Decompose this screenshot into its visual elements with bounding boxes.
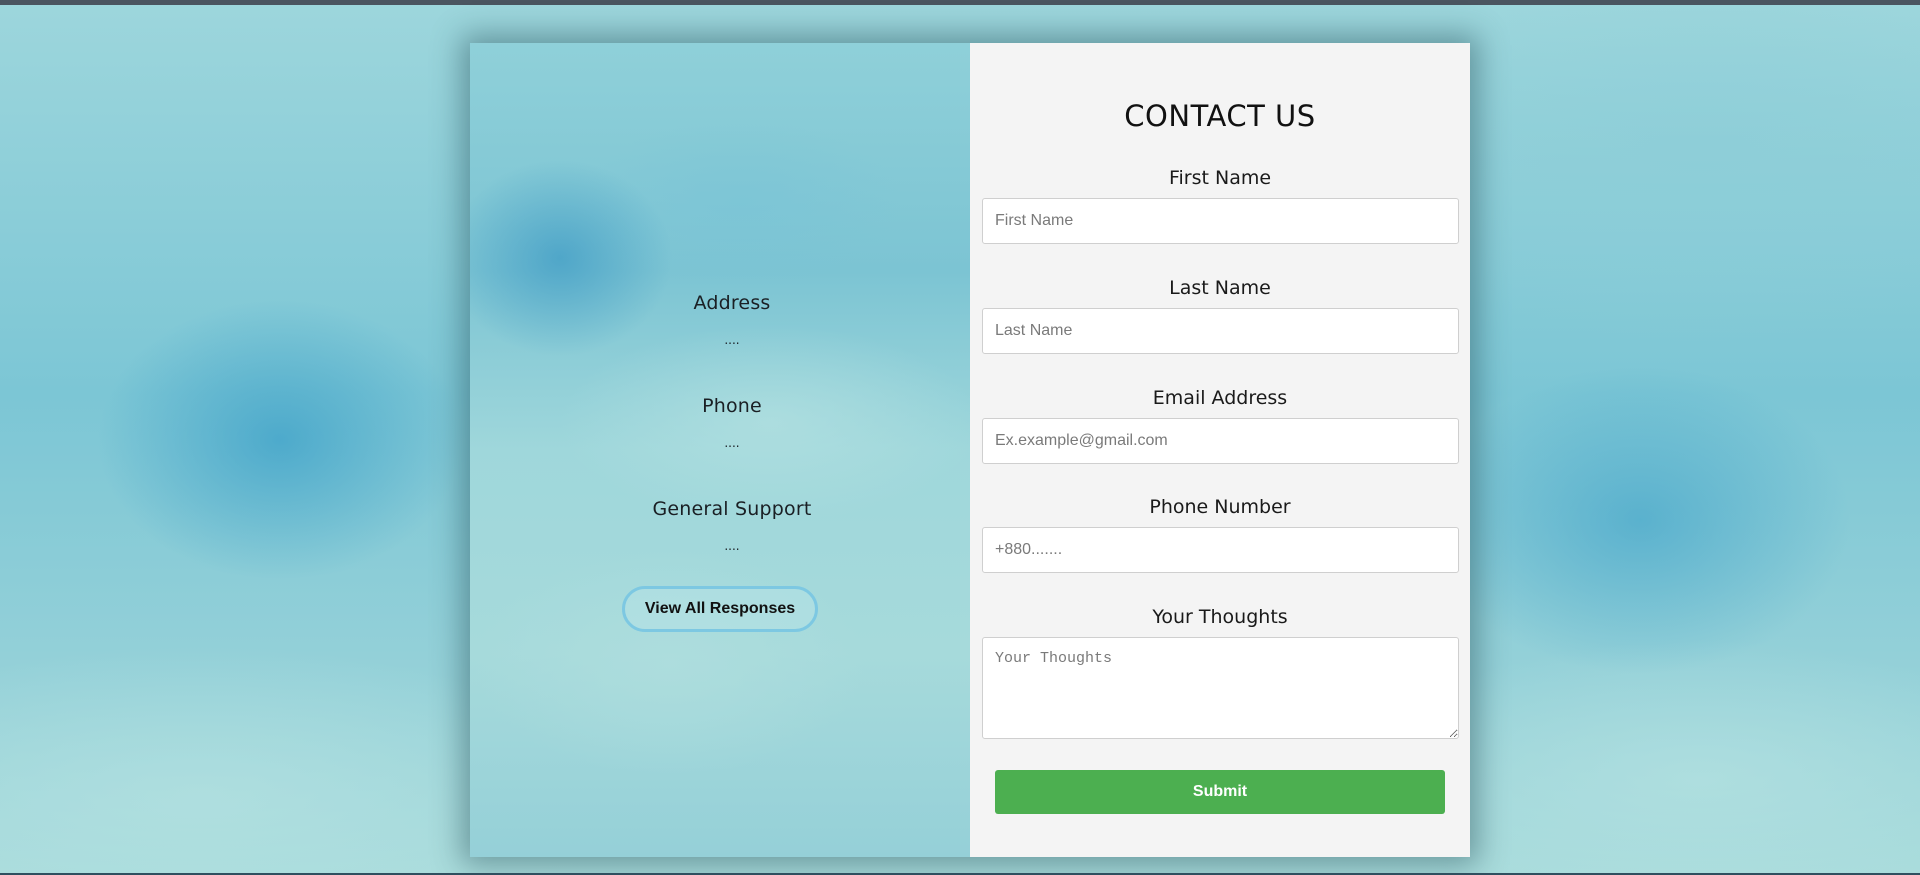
form-title: CONTACT US bbox=[1124, 99, 1316, 133]
phone-heading: Phone bbox=[702, 395, 762, 417]
first-name-label: First Name bbox=[1168, 167, 1272, 189]
last-name-label: Last Name bbox=[1169, 277, 1271, 299]
phone-number-label: Phone Number bbox=[1149, 496, 1291, 518]
contact-card: Address .... Phone .... General Support … bbox=[470, 43, 1470, 857]
email-input[interactable] bbox=[982, 418, 1459, 464]
view-all-responses-button[interactable]: View All Responses bbox=[622, 586, 818, 632]
general-support-value: .... bbox=[724, 539, 740, 553]
address-heading: Address bbox=[693, 292, 771, 314]
contact-info-list: Address .... Phone .... General Support … bbox=[470, 284, 970, 632]
thoughts-label: Your Thoughts bbox=[1152, 606, 1288, 628]
top-window-strip bbox=[0, 0, 1920, 5]
contact-info-panel: Address .... Phone .... General Support … bbox=[470, 43, 970, 857]
contact-form: CONTACT US First Name Last Name Email Ad… bbox=[970, 43, 1470, 857]
last-name-input[interactable] bbox=[982, 308, 1459, 354]
email-label: Email Address bbox=[1152, 387, 1288, 409]
thoughts-textarea[interactable] bbox=[982, 637, 1459, 739]
address-value: .... bbox=[724, 333, 740, 347]
phone-value: .... bbox=[724, 436, 740, 450]
first-name-input[interactable] bbox=[982, 198, 1459, 244]
submit-button[interactable]: Submit bbox=[995, 770, 1445, 814]
general-support-heading: General Support bbox=[652, 498, 812, 520]
phone-number-input[interactable] bbox=[982, 527, 1459, 573]
